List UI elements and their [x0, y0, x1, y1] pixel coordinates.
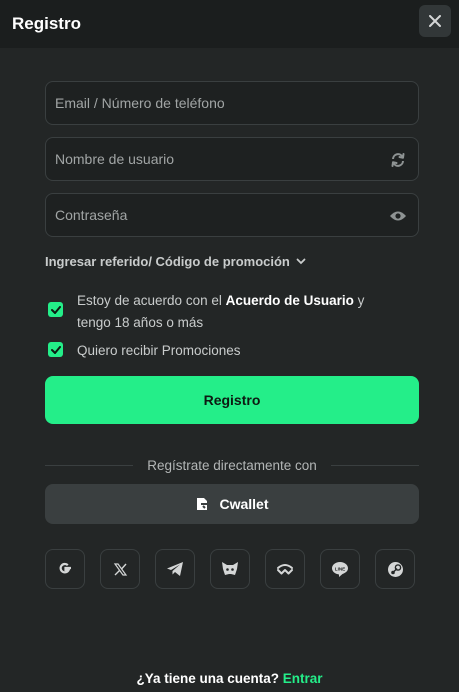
telegram-icon — [167, 562, 183, 576]
promos-text: Quiero recibir Promociones — [77, 343, 241, 358]
x-button[interactable] — [100, 549, 140, 589]
line-button[interactable]: LINE — [320, 549, 360, 589]
steam-icon — [387, 561, 403, 577]
check-icon — [50, 345, 61, 354]
terms-prefix: Estoy de acuerdo con el — [77, 293, 226, 308]
divider-label: Regístrate directamente con — [147, 457, 317, 473]
google-button[interactable] — [45, 549, 85, 589]
promos-checkbox[interactable] — [48, 342, 63, 357]
username-field[interactable] — [45, 137, 419, 181]
close-button[interactable] — [419, 5, 451, 37]
email-input[interactable] — [55, 95, 355, 111]
metamask-icon — [222, 562, 238, 575]
steam-button[interactable] — [375, 549, 415, 589]
svg-text:LINE: LINE — [335, 566, 345, 571]
login-link[interactable]: Entrar — [283, 671, 323, 686]
login-question: ¿Ya tiene una cuenta? — [136, 671, 279, 686]
referral-label: Ingresar referido/ Código de promoción — [45, 254, 290, 269]
password-field[interactable] — [45, 193, 419, 237]
password-input[interactable] — [55, 207, 355, 223]
google-icon — [59, 562, 71, 574]
email-field[interactable] — [45, 81, 419, 125]
check-icon — [50, 305, 61, 314]
cwallet-button[interactable]: Cwallet — [45, 484, 419, 524]
telegram-button[interactable] — [155, 549, 195, 589]
terms-text: Estoy de acuerdo con el Acuerdo de Usuar… — [77, 290, 397, 334]
divider-line — [330, 464, 419, 466]
terms-link[interactable]: Acuerdo de Usuario — [226, 293, 354, 308]
chevron-down-icon — [296, 258, 306, 265]
modal-title: Registro — [12, 14, 81, 33]
refresh-icon[interactable] — [389, 151, 407, 169]
metamask-button[interactable] — [210, 549, 250, 589]
username-input[interactable] — [55, 151, 355, 167]
modal-header: Registro — [0, 0, 459, 48]
referral-toggle[interactable]: Ingresar referido/ Código de promoción — [45, 254, 306, 269]
promos-row: Quiero recibir Promociones — [48, 340, 397, 362]
terms-checkbox[interactable] — [48, 302, 63, 317]
line-icon: LINE — [332, 561, 348, 577]
terms-row: Estoy de acuerdo con el Acuerdo de Usuar… — [48, 290, 397, 334]
walletconnect-button[interactable] — [265, 549, 305, 589]
cwallet-label: Cwallet — [219, 496, 269, 512]
x-icon — [113, 562, 127, 576]
close-icon — [429, 15, 441, 27]
register-button[interactable]: Registro — [45, 376, 419, 424]
divider-line — [45, 464, 134, 466]
eye-icon[interactable] — [389, 207, 407, 225]
social-login-row: LINE — [45, 549, 415, 589]
divider: Regístrate directamente con — [45, 456, 419, 474]
cwallet-icon — [197, 498, 208, 510]
login-prompt: ¿Ya tiene una cuenta? Entrar — [0, 671, 459, 686]
walletconnect-icon — [277, 564, 293, 575]
